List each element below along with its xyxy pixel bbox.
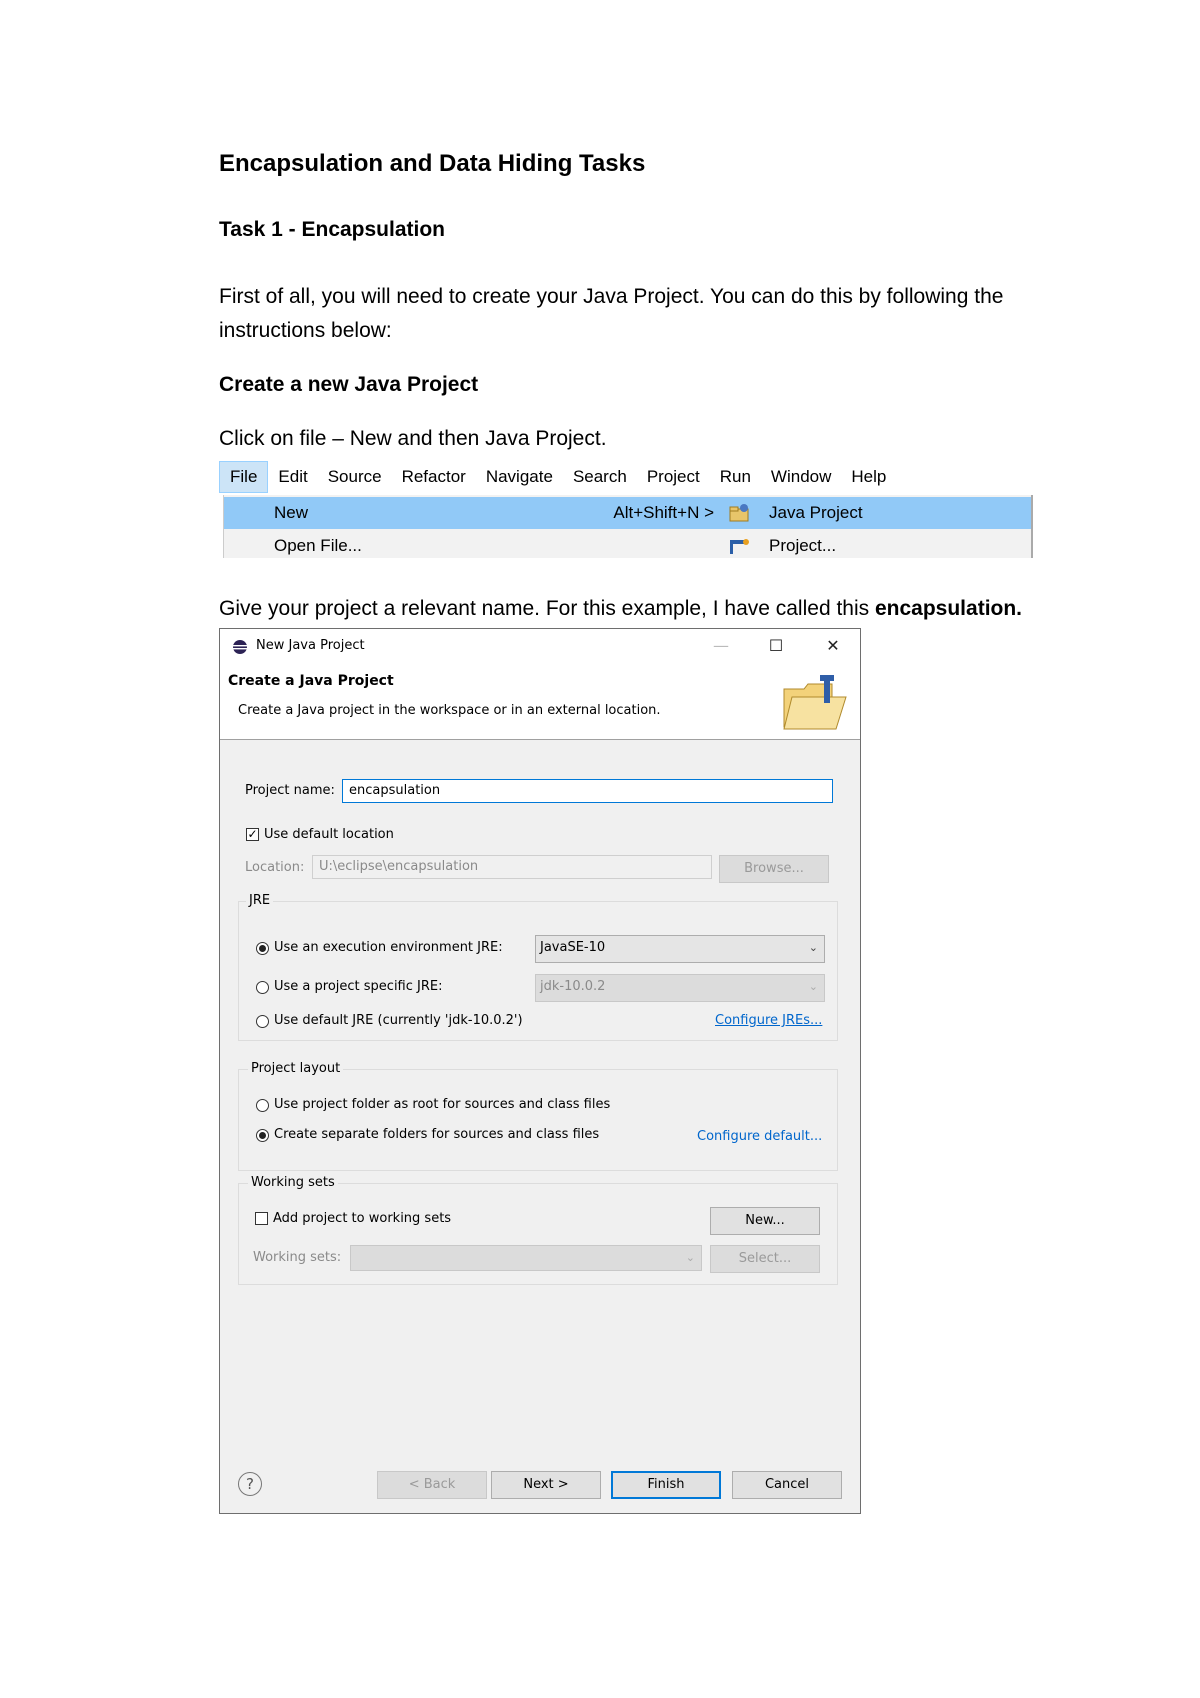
minimize-button[interactable]: — bbox=[710, 635, 732, 657]
jre-execution-env-label: Use an execution environment JRE: bbox=[274, 940, 503, 955]
location-input[interactable]: U:\eclipse\encapsulation bbox=[312, 855, 712, 879]
jre-default-radio[interactable] bbox=[256, 1015, 269, 1028]
menubar: File Edit Source Refactor Navigate Searc… bbox=[219, 460, 1039, 494]
project-layout-title: Project layout bbox=[248, 1061, 344, 1076]
new-java-project-dialog: New Java Project — ☐ ✕ Create a Java Pro… bbox=[219, 628, 861, 1514]
browse-button[interactable]: Browse... bbox=[719, 855, 829, 883]
finish-button[interactable]: Finish bbox=[611, 1471, 721, 1499]
menu-search[interactable]: Search bbox=[563, 462, 637, 492]
folder-icon bbox=[783, 675, 847, 730]
step-2-bold: encapsulation. bbox=[874, 597, 1023, 620]
chevron-down-icon: ⌄ bbox=[685, 1251, 695, 1264]
intro-line-1: First of all, you will need to create yo… bbox=[219, 285, 1004, 308]
close-button[interactable]: ✕ bbox=[822, 635, 844, 657]
working-sets-select[interactable]: ⌄ bbox=[350, 1245, 702, 1271]
jre-group-title: JRE bbox=[246, 893, 274, 908]
jre-project-specific-label: Use a project specific JRE: bbox=[274, 979, 443, 994]
project-name-input[interactable]: encapsulation bbox=[342, 779, 833, 803]
add-to-working-sets-checkbox[interactable] bbox=[255, 1212, 268, 1225]
menu-navigate[interactable]: Navigate bbox=[476, 462, 563, 492]
menu-refactor[interactable]: Refactor bbox=[392, 462, 476, 492]
configure-jres-link[interactable]: Configure JREs... bbox=[715, 1013, 822, 1028]
project-specific-jre-value: jdk-10.0.2 bbox=[540, 979, 606, 994]
menu-file[interactable]: File bbox=[219, 461, 269, 493]
help-icon[interactable]: ? bbox=[238, 1472, 262, 1496]
menu-screenshot: File Edit Source Refactor Navigate Searc… bbox=[219, 458, 1039, 558]
file-menu-new[interactable]: New Alt+Shift+N > bbox=[224, 497, 722, 529]
maximize-button[interactable]: ☐ bbox=[765, 635, 787, 657]
execution-env-select[interactable]: JavaSE-10 ⌄ bbox=[535, 935, 825, 963]
menu-window[interactable]: Window bbox=[761, 462, 841, 492]
working-sets-title: Working sets bbox=[248, 1175, 338, 1190]
submenu-project-label: Project... bbox=[769, 536, 837, 555]
dialog-header: Create a Java Project Create a Java proj… bbox=[220, 663, 860, 740]
document-title: Encapsulation and Data Hiding Tasks bbox=[219, 150, 646, 177]
layout-separate-radio[interactable] bbox=[256, 1129, 269, 1142]
eclipse-icon bbox=[233, 640, 247, 654]
menu-project[interactable]: Project bbox=[637, 462, 710, 492]
dialog-title: New Java Project bbox=[256, 638, 365, 653]
java-project-icon bbox=[729, 504, 749, 522]
submenu-java-project-label: Java Project bbox=[769, 503, 863, 522]
chevron-down-icon: ⌄ bbox=[808, 980, 818, 993]
intro-line-2: instructions below: bbox=[219, 319, 392, 342]
submenu-java-project[interactable]: Java Project bbox=[721, 497, 1031, 529]
layout-root-radio[interactable] bbox=[256, 1099, 269, 1112]
project-specific-jre-select[interactable]: jdk-10.0.2 ⌄ bbox=[535, 974, 825, 1002]
menu-help[interactable]: Help bbox=[841, 462, 896, 492]
dialog-header-description: Create a Java project in the workspace o… bbox=[238, 703, 661, 718]
cancel-button[interactable]: Cancel bbox=[732, 1471, 842, 1499]
dialog-titlebar: New Java Project — ☐ ✕ bbox=[220, 629, 860, 663]
file-menu-open-file[interactable]: Open File... bbox=[224, 530, 722, 558]
location-label: Location: bbox=[245, 860, 305, 875]
project-name-label: Project name: bbox=[245, 783, 335, 798]
file-menu-open-file-label: Open File... bbox=[274, 536, 362, 555]
working-sets-select-button[interactable]: Select... bbox=[710, 1245, 820, 1273]
menu-source[interactable]: Source bbox=[318, 462, 392, 492]
layout-root-label: Use project folder as root for sources a… bbox=[274, 1097, 611, 1112]
use-default-location-checkbox[interactable]: ✓ bbox=[246, 828, 259, 841]
section-heading: Create a new Java Project bbox=[219, 373, 479, 396]
file-menu-new-label: New bbox=[274, 503, 309, 522]
layout-separate-label: Create separate folders for sources and … bbox=[274, 1127, 600, 1142]
working-sets-new-button[interactable]: New... bbox=[710, 1207, 820, 1235]
working-sets-label: Working sets: bbox=[253, 1250, 342, 1265]
next-button[interactable]: Next > bbox=[491, 1471, 601, 1499]
use-default-location-label: Use default location bbox=[264, 827, 394, 842]
add-to-working-sets-label: Add project to working sets bbox=[273, 1211, 452, 1226]
jre-execution-env-radio[interactable] bbox=[256, 942, 269, 955]
step-2-text: Give your project a relevant name. For t… bbox=[219, 593, 1022, 625]
configure-default-link[interactable]: Configure default... bbox=[697, 1129, 822, 1144]
jre-project-specific-radio[interactable] bbox=[256, 981, 269, 994]
back-button[interactable]: < Back bbox=[377, 1471, 487, 1499]
file-dropdown: New Alt+Shift+N > Open File... bbox=[223, 495, 722, 558]
menu-run[interactable]: Run bbox=[710, 462, 761, 492]
project-icon bbox=[730, 539, 749, 554]
step-1-text: Click on file – New and then Java Projec… bbox=[219, 427, 607, 450]
step-2-prefix: Give your project a relevant name. For t… bbox=[219, 597, 875, 620]
project-layout-group bbox=[238, 1069, 838, 1171]
execution-env-value: JavaSE-10 bbox=[540, 940, 606, 955]
task-heading: Task 1 - Encapsulation bbox=[219, 218, 446, 241]
new-submenu: Java Project Project... bbox=[721, 495, 1033, 558]
chevron-down-icon: ⌄ bbox=[808, 941, 818, 954]
submenu-project[interactable]: Project... bbox=[721, 530, 1031, 558]
menu-edit[interactable]: Edit bbox=[268, 462, 317, 492]
file-menu-new-shortcut: Alt+Shift+N > bbox=[613, 503, 714, 522]
dialog-header-title: Create a Java Project bbox=[228, 673, 394, 689]
jre-default-label: Use default JRE (currently 'jdk-10.0.2') bbox=[274, 1013, 523, 1028]
